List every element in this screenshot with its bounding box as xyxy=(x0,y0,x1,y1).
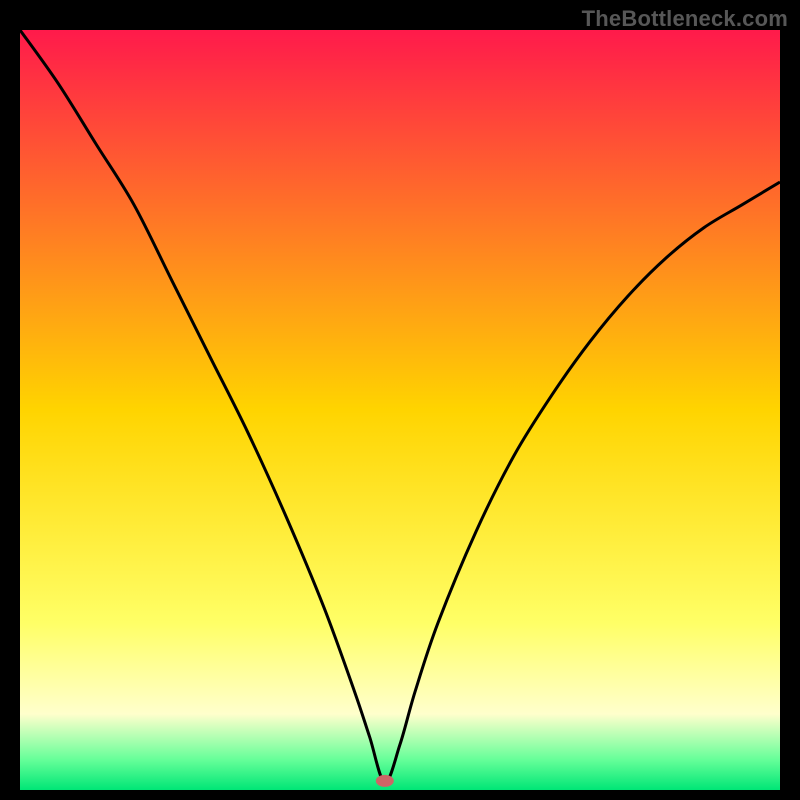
chart-frame: TheBottleneck.com xyxy=(0,0,800,800)
optimal-point-marker xyxy=(376,775,394,787)
plot-background xyxy=(20,30,780,790)
watermark-text: TheBottleneck.com xyxy=(582,6,788,32)
bottleneck-chart xyxy=(20,30,780,790)
